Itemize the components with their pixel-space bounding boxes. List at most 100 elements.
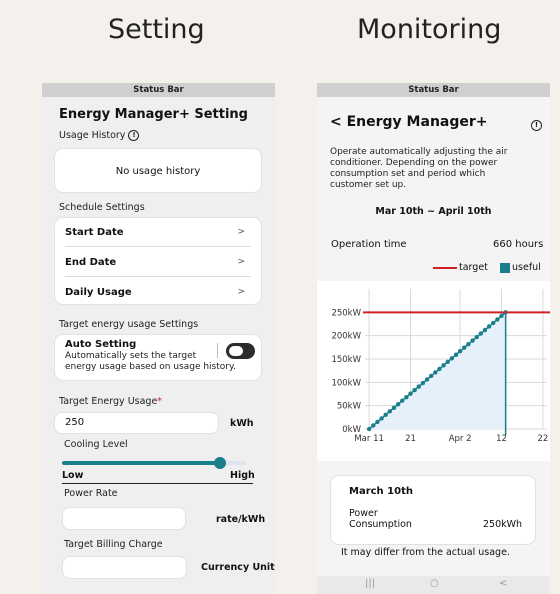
x-tick-label: 12 [496, 434, 507, 444]
legend-target-swatch [433, 267, 457, 269]
chevron-right-icon: > [237, 227, 245, 237]
high-label: High [230, 470, 255, 481]
summary-label: Power Consumption [349, 508, 412, 530]
useful-point [482, 327, 488, 333]
power-rate-label: Power Rate [64, 488, 118, 499]
useful-point [457, 349, 463, 354]
y-tick-label: 250kW [331, 308, 361, 318]
useful-point [453, 352, 459, 357]
useful-point [449, 356, 455, 361]
target-energy-label: Target Energy Usage* [59, 396, 162, 407]
summary-value: 250kWh [483, 519, 523, 530]
useful-point [371, 423, 376, 428]
status-bar: Status Bar [42, 83, 275, 97]
legend-useful-label: useful [512, 262, 541, 273]
useful-point [375, 419, 380, 425]
back-button[interactable]: < Energy Manager+ [330, 114, 488, 130]
page-title: Energy Manager+ [346, 114, 488, 130]
y-tick-label: 200kW [331, 332, 361, 342]
slider-thumb[interactable] [214, 457, 227, 469]
x-tick-label: 22 [537, 434, 548, 444]
useful-point [412, 387, 417, 393]
start-date-label: Start Date [65, 227, 124, 238]
info-icon[interactable]: ! [531, 120, 542, 131]
auto-setting-desc-1: Automatically sets the target [65, 351, 197, 361]
divider [217, 343, 218, 358]
start-date-row[interactable]: Start Date > [65, 217, 251, 248]
summary-label-line: Power [349, 508, 378, 519]
info-icon[interactable]: ! [128, 130, 140, 141]
billing-charge-input[interactable] [62, 556, 187, 579]
setting-screen: Status Bar Energy Manager+ Setting Usage… [42, 83, 275, 594]
status-bar: Status Bar [317, 83, 550, 97]
useful-point [491, 320, 496, 326]
setting-heading: Setting [108, 14, 205, 45]
end-date-label: End Date [65, 257, 117, 268]
auto-setting-title: Auto Setting [65, 339, 137, 350]
useful-point [400, 398, 405, 403]
cooling-level-label: Cooling Level [64, 439, 128, 450]
chevron-right-icon: > [237, 287, 245, 297]
disclaimer-text: It may differ from the actual usage. [341, 547, 510, 558]
end-date-row[interactable]: End Date > [65, 247, 251, 278]
power-rate-input[interactable] [62, 507, 186, 530]
useful-point [495, 317, 500, 322]
daily-usage-label: Daily Usage [65, 287, 132, 298]
period-text: Mar 10th ~ April 10th [375, 206, 492, 217]
schedule-card: Start Date > End Date > Daily Usage > [54, 217, 262, 305]
daily-summary-card: March 10th Power Consumption 250kWh [330, 475, 536, 545]
useful-point [499, 313, 504, 319]
divider [62, 483, 253, 484]
x-tick-label: Apr 2 [449, 434, 472, 444]
useful-point [474, 334, 479, 340]
useful-point [391, 405, 397, 410]
operation-time-value: 660 hours [493, 239, 544, 250]
page-title: Energy Manager+ Setting [59, 107, 248, 122]
recent-apps-icon[interactable]: ||| [365, 578, 375, 589]
nav-back-icon[interactable]: < [499, 578, 507, 589]
required-mark: * [157, 396, 163, 407]
billing-charge-label: Target Billing Charge [64, 539, 163, 550]
y-tick-label: 150kW [331, 355, 361, 365]
cooling-level-slider[interactable] [62, 457, 246, 469]
navigation-bar: ||| ○ < [317, 576, 550, 594]
back-icon: < [330, 114, 342, 130]
x-tick-label: Mar 11 [354, 434, 384, 444]
description: Operate automatically adjusting the air … [330, 147, 507, 191]
target-energy-unit: kWh [230, 418, 254, 429]
useful-point [437, 366, 442, 372]
description-line: customer set up. [330, 180, 407, 190]
auto-setting-card: Auto Setting Automatically sets the targ… [54, 334, 262, 381]
billing-charge-unit: Currency Unit [201, 562, 275, 573]
useful-point [445, 359, 450, 365]
useful-point [486, 324, 492, 329]
daily-usage-row[interactable]: Daily Usage > [65, 277, 251, 308]
slider-fill [62, 461, 221, 465]
useful-point [383, 412, 388, 418]
usage-history-label: Usage History ! [59, 130, 140, 141]
summary-label-line: Consumption [349, 519, 412, 530]
auto-setting-desc-2: energy usage based on usage history. [65, 362, 236, 372]
useful-point [428, 373, 434, 379]
chevron-right-icon: > [237, 257, 245, 267]
power-rate-unit: rate/kWh [216, 514, 266, 525]
summary-date: March 10th [349, 486, 413, 497]
monitoring-screen: Status Bar < Energy Manager+ ! Operate a… [317, 83, 550, 594]
useful-point [478, 331, 484, 336]
useful-point [433, 370, 438, 375]
useful-point [379, 416, 384, 421]
useful-point [408, 391, 413, 396]
target-energy-input[interactable]: 250 [54, 412, 219, 434]
description-line: conditioner. Depending on the power [330, 158, 498, 168]
useful-point [366, 426, 372, 432]
description-line: Operate automatically adjusting the air [330, 147, 508, 157]
useful-point [470, 338, 475, 343]
usage-history-text: Usage History [59, 130, 126, 141]
home-icon[interactable]: ○ [430, 578, 439, 589]
useful-point [424, 377, 430, 382]
useful-point [387, 409, 393, 414]
description-line: consumption set and period which [330, 169, 486, 179]
usage-chart: 0kW50kW100kW150kW200kW250kWMar 11 21 Apr 2… [331, 289, 550, 444]
auto-setting-toggle[interactable] [226, 343, 255, 359]
legend-target-label: target [459, 262, 488, 273]
